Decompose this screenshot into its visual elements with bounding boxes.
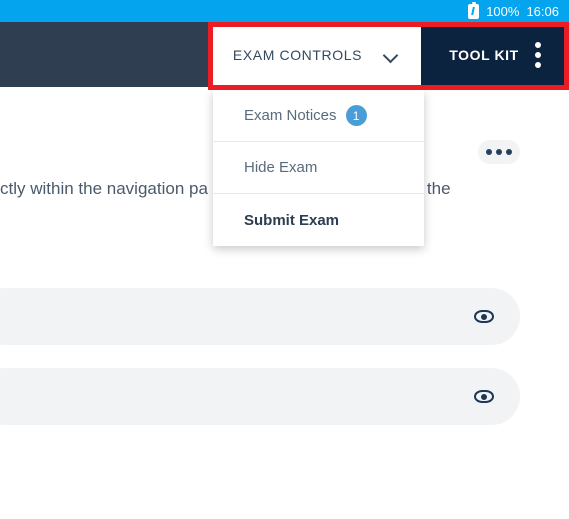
battery-percent-label: 100% [486, 3, 520, 19]
kebab-menu-icon[interactable] [534, 41, 541, 68]
menu-item-label: Submit Exam [244, 211, 340, 229]
chevron-down-icon [384, 50, 398, 59]
battery-icon [468, 1, 480, 19]
menu-item-label: Hide Exam [244, 159, 318, 176]
exam-controls-dropdown-menu[interactable]: Exam Notices 1 Hide Exam Submit Exam [213, 90, 424, 246]
clock-label: 16:06 [526, 3, 559, 19]
option-card[interactable] [0, 368, 520, 425]
instruction-paragraph-left: ctly within the navigation pa [0, 179, 208, 198]
more-dot [496, 149, 502, 155]
option-card[interactable] [0, 288, 520, 345]
status-bar-items: 100% 16:06 [468, 1, 559, 19]
menu-item-label: Exam Notices [244, 107, 337, 124]
menu-item-submit-exam[interactable]: Submit Exam [213, 194, 424, 246]
kebab-dot [534, 51, 541, 58]
more-dot [486, 149, 492, 155]
tool-kit-button[interactable]: TOOL KIT [421, 22, 569, 87]
menu-item-hide-exam[interactable]: Hide Exam [213, 142, 424, 194]
exam-controls-button[interactable]: EXAM CONTROLS [210, 22, 421, 87]
tool-kit-label: TOOL KIT [449, 46, 519, 63]
eye-icon[interactable] [474, 390, 494, 403]
more-options-button[interactable] [478, 140, 520, 164]
menu-item-exam-notices[interactable]: Exam Notices 1 [213, 90, 424, 142]
exam-notices-badge: 1 [345, 105, 367, 126]
more-dot [506, 149, 512, 155]
exam-controls-label: EXAM CONTROLS [232, 46, 363, 63]
status-bar: 100% 16:06 [0, 0, 569, 22]
eye-icon[interactable] [474, 310, 494, 323]
kebab-dot [534, 41, 541, 48]
app-header: EXAM CONTROLS TOOL KIT [0, 22, 569, 87]
kebab-dot [534, 61, 541, 68]
